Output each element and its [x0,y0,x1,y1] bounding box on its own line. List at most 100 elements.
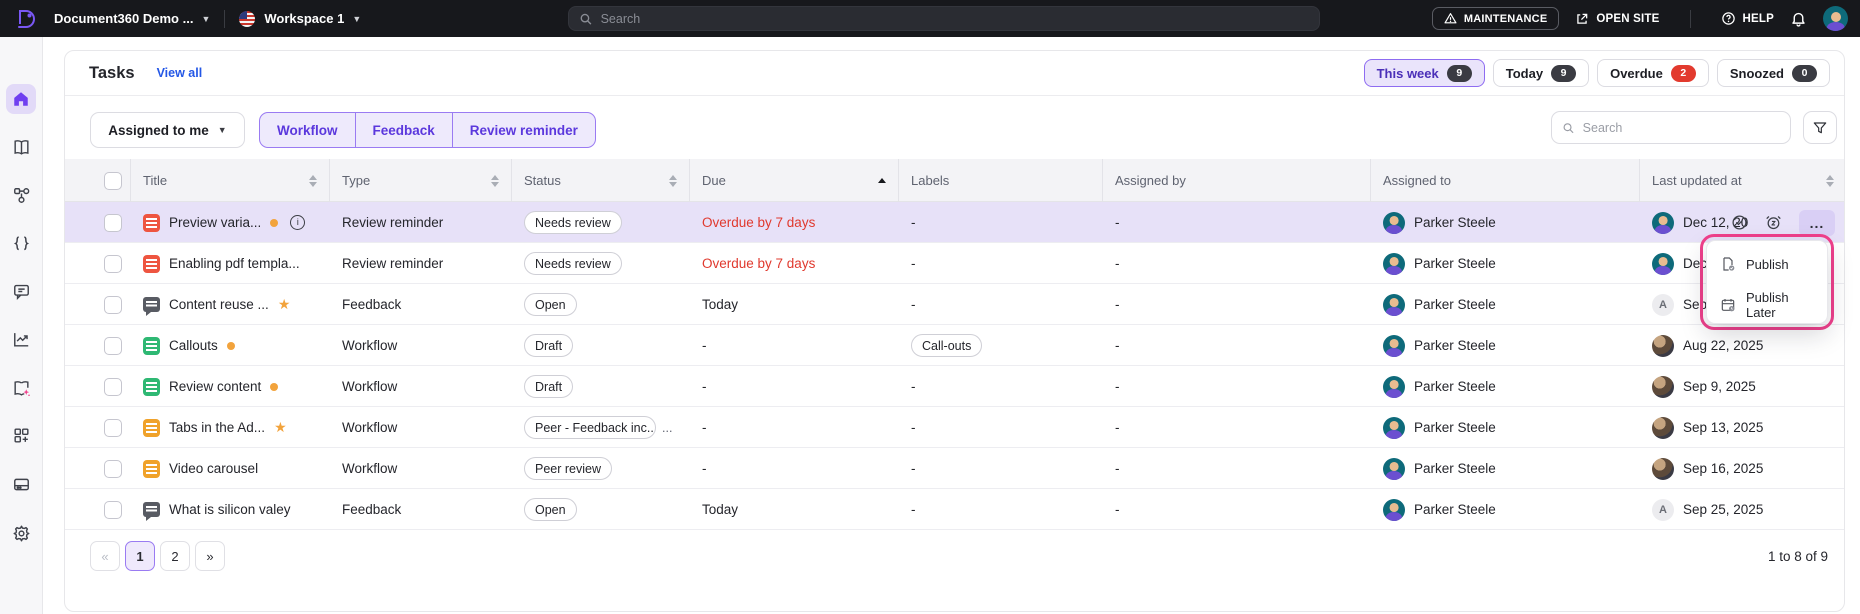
settings-gear-icon [12,524,31,543]
table-row[interactable]: What is silicon valey Feedback Open Toda… [65,489,1844,530]
document360-logo[interactable] [12,6,38,32]
pagination-page-1[interactable]: 1 [125,541,155,571]
segment-workflow[interactable]: Workflow [260,113,356,147]
filter-pill-snoozed[interactable]: Snoozed 0 [1716,59,1830,87]
complete-check-icon[interactable] [1731,214,1748,231]
select-all-checkbox[interactable] [104,171,122,190]
sidebar-item-drive[interactable] [6,469,36,499]
column-due: Due [702,173,726,188]
assignee-name: Parker Steele [1414,420,1496,435]
menu-item-publish-later[interactable]: Publish Later [1707,281,1827,329]
open-site-button[interactable]: OPEN SITE [1575,12,1659,26]
updated-date: Sep 9, 2025 [1683,379,1756,394]
task-title[interactable]: Review content [169,379,261,394]
workspace-switcher[interactable]: Workspace 1 [264,11,344,26]
filter-pill-today[interactable]: Today 9 [1492,59,1590,87]
sort-due-active[interactable] [878,178,886,183]
row-checkbox[interactable] [104,295,122,314]
sidebar-item-documentation[interactable] [6,132,36,162]
table-row[interactable]: Content reuse ... ★ Feedback Open Today -… [65,284,1844,325]
table-row[interactable]: Video carousel Workflow Peer review - - … [65,448,1844,489]
status-badge: Open [524,498,577,521]
assigned-by-cell: - [1115,461,1120,476]
funnel-icon [1813,121,1827,133]
assignee-name: Parker Steele [1414,256,1496,271]
view-all-link[interactable]: View all [157,66,203,80]
due-text: Today [702,502,739,517]
labels-cell: - [911,502,916,517]
chevron-down-icon[interactable]: ▼ [352,14,361,24]
pagination-summary: 1 to 8 of 9 [1767,549,1828,564]
row-checkbox[interactable] [104,418,122,437]
updater-avatar [1652,457,1674,480]
task-title[interactable]: Tabs in the Ad... [169,420,265,435]
sort-last-updated[interactable] [1826,174,1834,187]
top-bar: Document360 Demo ... ▼ Workspace 1 ▼ MAI… [0,0,1860,37]
task-title[interactable]: Video carousel [169,461,258,476]
labels-cell: - [911,256,916,271]
filter-pill-overdue[interactable]: Overdue 2 [1597,59,1709,87]
global-search[interactable] [568,6,1320,31]
sidebar-nav [0,37,43,614]
sidebar-item-categories[interactable] [6,180,36,210]
pagination-page-2[interactable]: 2 [160,541,190,571]
more-ellipsis-button[interactable]: ... [1799,209,1835,236]
status-badge: Peer review [524,457,612,480]
table-row[interactable]: Tabs in the Ad... ★ Workflow Peer - Feedb… [65,407,1844,448]
task-title[interactable]: Content reuse ... [169,297,269,312]
sidebar-item-analytics[interactable] [6,324,36,354]
divider [224,9,226,28]
notifications-bell-icon[interactable] [1790,10,1807,27]
column-type: Type [342,173,371,188]
segment-review-reminder[interactable]: Review reminder [453,113,595,147]
task-title[interactable]: Callouts [169,338,218,353]
segment-feedback[interactable]: Feedback [356,113,453,147]
chevron-down-icon[interactable]: ▼ [201,14,210,24]
assigned-by-cell: - [1115,502,1120,517]
assignee-avatar [1383,252,1405,275]
task-title[interactable]: Preview varia... [169,215,261,230]
menu-item-publish[interactable]: Publish [1707,247,1827,281]
task-title[interactable]: Enabling pdf templa... [169,256,300,271]
status-badge: Peer - Feedback inc... [524,416,656,439]
sort-title[interactable] [309,174,317,187]
search-icon [580,13,592,25]
table-row[interactable]: Callouts Workflow Draft - Call-outs - Pa… [65,325,1844,366]
assigned-by-cell: - [1115,256,1120,271]
user-avatar[interactable] [1823,6,1848,31]
sidebar-item-home[interactable] [6,84,36,114]
maintenance-button[interactable]: MAINTENANCE [1431,7,1560,30]
sidebar-item-ai-assistive[interactable] [6,373,36,403]
assignee-filter-dropdown[interactable]: Assigned to me ▼ [90,112,245,148]
star-icon: ★ [274,419,287,435]
global-search-input[interactable] [600,11,1309,26]
pagination-first-button[interactable]: « [90,541,120,571]
sort-status[interactable] [669,174,677,187]
sidebar-item-feedback[interactable] [6,276,36,306]
filter-funnel-button[interactable] [1803,111,1837,144]
pagination-next-button[interactable]: » [195,541,225,571]
table-search[interactable] [1551,111,1791,144]
table-row[interactable]: Enabling pdf templa... Review reminder N… [65,243,1844,284]
sidebar-item-settings[interactable] [6,518,36,548]
row-checkbox[interactable] [104,500,122,519]
project-switcher[interactable]: Document360 Demo ... [54,11,193,26]
sidebar-item-widgets[interactable] [6,420,36,450]
table-body: Preview varia... i Review reminder Needs … [65,202,1844,530]
row-checkbox[interactable] [104,377,122,396]
table-row[interactable]: Preview varia... i Review reminder Needs … [65,202,1844,243]
task-title[interactable]: What is silicon valey [169,502,291,517]
row-checkbox[interactable] [104,254,122,273]
filter-pill-this-week[interactable]: This week 9 [1363,59,1485,87]
help-button[interactable]: HELP [1721,11,1774,26]
orange-dot-status [270,382,279,391]
info-icon[interactable]: i [290,215,306,230]
row-checkbox[interactable] [104,336,122,355]
sidebar-item-api-docs[interactable] [6,228,36,258]
sort-type[interactable] [491,174,499,187]
table-search-input[interactable] [1582,120,1780,135]
row-checkbox[interactable] [104,213,122,232]
snooze-alarm-icon[interactable] [1765,214,1782,231]
row-checkbox[interactable] [104,459,122,478]
table-row[interactable]: Review content Workflow Draft - - - Park… [65,366,1844,407]
